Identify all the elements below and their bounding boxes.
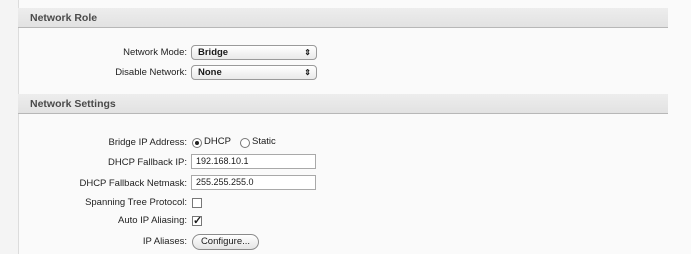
bridge-ip-label: Bridge IP Address: [108, 137, 187, 148]
network-role-header: Network Role [18, 8, 668, 28]
network-settings-header: Network Settings [18, 94, 668, 114]
ip-aliases-label: IP Aliases: [142, 236, 187, 247]
checkmark-icon: ✓ [193, 215, 203, 227]
network-mode-value: Bridge [198, 47, 229, 58]
dhcp-radio[interactable] [192, 138, 202, 148]
dhcp-option-label: DHCP [204, 136, 231, 147]
auto-ip-aliasing-label: Auto IP Aliasing: [117, 215, 187, 226]
dhcp-fallback-netmask-label: DHCP Fallback Netmask: [79, 178, 187, 189]
disable-network-value: None [198, 67, 222, 78]
stp-label: Spanning Tree Protocol: [85, 197, 187, 208]
select-arrows-icon: ⇕ [304, 48, 311, 57]
disable-network-select[interactable]: None ⇕ [191, 65, 317, 80]
static-option-label: Static [252, 136, 276, 147]
static-radio[interactable] [240, 138, 250, 148]
network-mode-label: Network Mode: [123, 47, 187, 58]
dhcp-fallback-ip-label: DHCP Fallback IP: [107, 157, 187, 168]
dhcp-fallback-netmask-input[interactable]: 255.255.255.0 [191, 175, 316, 190]
stp-checkbox[interactable] [192, 198, 202, 208]
dhcp-fallback-ip-input[interactable]: 192.168.10.1 [191, 154, 316, 169]
select-arrows-icon: ⇕ [304, 68, 311, 77]
network-mode-select[interactable]: Bridge ⇕ [191, 45, 317, 60]
configure-button[interactable]: Configure... [192, 234, 259, 250]
auto-ip-aliasing-checkbox[interactable]: ✓ [192, 215, 203, 227]
disable-network-label: Disable Network: [115, 67, 187, 78]
